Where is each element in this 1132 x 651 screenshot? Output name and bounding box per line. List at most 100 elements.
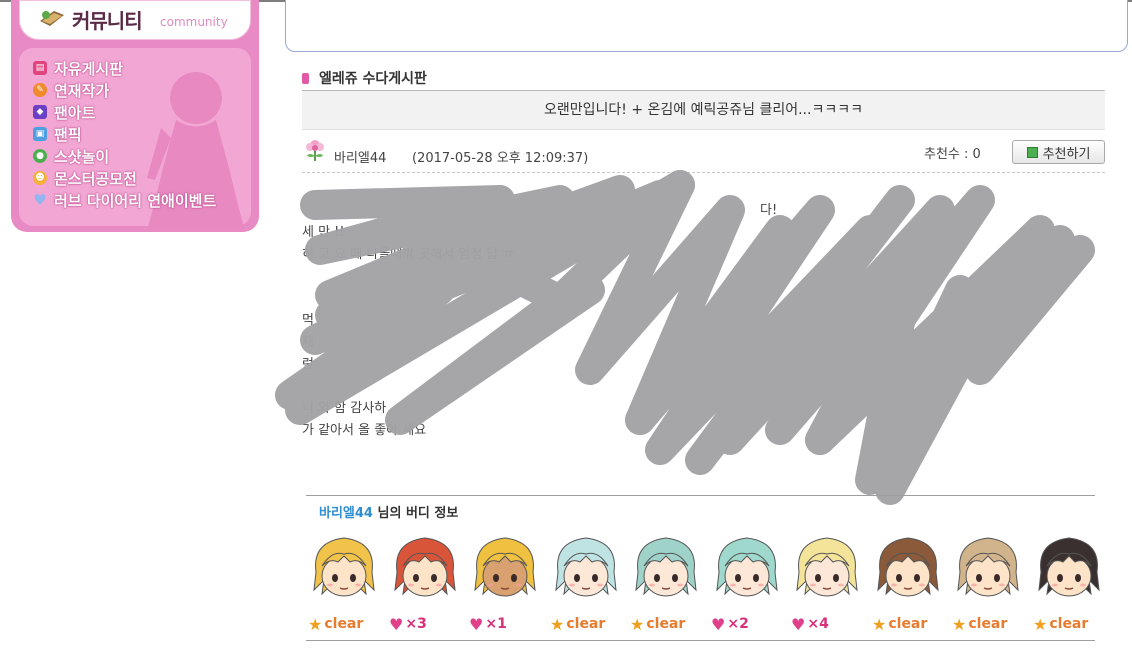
- post-body-line: 가 같아서 올 좋아 세요: [302, 423, 427, 438]
- heart-count-badge: ♥ ×4: [791, 614, 829, 634]
- star-icon: ★: [952, 614, 967, 634]
- sidebar-item-label: 팬픽: [54, 125, 82, 144]
- buddy-portrait-icon: [957, 537, 1019, 597]
- sidebar-item-monster-contest[interactable]: ☻ 몬스터공모전: [33, 167, 216, 189]
- post-body: 다! 세 만 !! 히 고 요 때 나올때밖 곳해서 엄청 답 ㅠ 먹 재 런 …: [302, 200, 1105, 442]
- recommend-button[interactable]: 추천하기: [1012, 140, 1105, 164]
- post-body-line: 니 와 함 감사하: [302, 401, 387, 416]
- heart-count-badge: ♥ ×2: [711, 614, 749, 634]
- sidebar-item-screenshot[interactable]: ● 스샷놀이: [33, 145, 216, 167]
- sidebar-item-label: 자유게시판: [54, 59, 124, 78]
- buddy-card[interactable]: ★ clear: [1029, 528, 1109, 638]
- badge-text: clear: [888, 616, 928, 632]
- meta-divider: [302, 172, 1105, 173]
- top-content-box: [285, 0, 1128, 52]
- heart-icon: ♥: [711, 614, 726, 634]
- buddy-card[interactable]: ★ clear: [948, 528, 1028, 638]
- buddy-card[interactable]: ♥ ×2: [707, 528, 787, 638]
- recommend-button-label: 추천하기: [1042, 146, 1091, 162]
- badge-text: clear: [1049, 616, 1089, 632]
- buddy-card[interactable]: ♥ ×4: [787, 528, 867, 638]
- sidebar-menu: ▤ 자유게시판 ✎ 연재작가 ◆ 팬아트 ▣ 팬픽 ● 스샷놀이 ☻ 몬스터공모…: [33, 57, 216, 211]
- post-title: 오랜만입니다! + 온김에 예릭공쥬님 클리어...ㅋㅋㅋㅋ: [302, 90, 1105, 130]
- badge-text: ×2: [727, 616, 749, 632]
- heart-count-badge: ♥ ×3: [389, 614, 427, 634]
- sidebar-item-writer[interactable]: ✎ 연재작가: [33, 79, 216, 101]
- post-author-link[interactable]: 바리엘44: [334, 147, 386, 166]
- clear-badge: ★ clear: [630, 614, 685, 634]
- buddy-portrait-icon: [796, 537, 858, 597]
- badge-text: clear: [324, 616, 364, 632]
- clear-badge: ★ clear: [872, 614, 927, 634]
- buddy-owner-name[interactable]: 바리엘44: [319, 506, 373, 521]
- buddy-card[interactable]: ♥ ×1: [465, 528, 545, 638]
- sidebar-title: 커뮤니티: [72, 9, 143, 33]
- heart-count-badge: ♥ ×1: [469, 614, 507, 634]
- buddy-portrait-icon: [635, 537, 697, 597]
- buddy-portrait-icon: [716, 537, 778, 597]
- community-sidebar: 커뮤니티 community ▤ 자유게시판 ✎ 연재작가 ◆ 팬아트 ▣ 팬픽…: [11, 0, 259, 232]
- sidebar-item-label: 러브 다이어리 연애이벤트: [54, 191, 217, 210]
- flower-icon: [306, 140, 324, 161]
- post-meta: 바리엘44 (2017-05-28 오후 12:09:37) 추천수 : 0 추…: [302, 136, 1105, 170]
- star-icon: ★: [1033, 614, 1048, 634]
- post-body-line: 재: [302, 335, 314, 350]
- badge-text: clear: [566, 616, 606, 632]
- post-date: (2017-05-28 오후 12:09:37): [412, 151, 589, 166]
- gem-icon: ◆: [33, 105, 47, 119]
- sidebar-item-love-diary[interactable]: ♥ 러브 다이어리 연애이벤트: [33, 189, 216, 211]
- book-icon: ▣: [33, 127, 47, 141]
- buddy-portrait-icon: [1038, 537, 1100, 597]
- post-body-line: 먹: [302, 313, 314, 328]
- star-icon: ★: [872, 614, 887, 634]
- buddy-portrait-icon: [313, 537, 375, 597]
- board-header: 엘레쥬 수다게시판: [302, 68, 427, 88]
- post-body-line: 히 고 요 때 나올때밖 곳해서 엄청 답 ㅠ: [302, 247, 515, 262]
- buddy-card[interactable]: ★ clear: [546, 528, 626, 638]
- buddy-card[interactable]: ★ clear: [868, 528, 948, 638]
- sidebar-item-label: 연재작가: [54, 81, 110, 100]
- recommend-icon: [1026, 146, 1038, 158]
- buddy-card[interactable]: ★ clear: [626, 528, 706, 638]
- sidebar-item-label: 팬아트: [54, 103, 96, 122]
- buddy-card[interactable]: ★ clear: [304, 528, 384, 638]
- post-body-line: 다!: [760, 203, 778, 218]
- buddy-section-title: 바리엘44 님의 버디 정보: [319, 502, 458, 521]
- badge-text: ×4: [807, 616, 829, 632]
- monster-icon: ☻: [33, 171, 47, 185]
- sidebar-item-label: 몬스터공모전: [54, 169, 137, 188]
- sidebar-item-label: 스샷놀이: [54, 147, 110, 166]
- star-icon: ★: [630, 614, 645, 634]
- heart-icon: ♥: [469, 614, 484, 634]
- buddy-section-bottom-border: [306, 640, 1095, 641]
- post-body-line: 세 만 !!: [302, 225, 345, 240]
- community-logo-icon: [40, 11, 64, 26]
- sidebar-item-free-board[interactable]: ▤ 자유게시판: [33, 57, 216, 79]
- buddy-list: ★ clear ♥ ×3 ♥ ×1 ★ clear ★ clear ♥ ×2 ♥ ×4 ★ clear ★ cle…: [304, 528, 1104, 638]
- badge-text: ×3: [405, 616, 427, 632]
- heart-icon: ♥: [33, 191, 47, 209]
- buddy-title-suffix: 님의 버디 정보: [377, 506, 459, 521]
- badge-text: clear: [968, 616, 1008, 632]
- star-icon: ★: [308, 614, 323, 634]
- clear-badge: ★ clear: [308, 614, 363, 634]
- badge-text: clear: [646, 616, 686, 632]
- buddy-portrait-icon: [394, 537, 456, 597]
- sidebar-header: 커뮤니티 community: [19, 0, 251, 40]
- sidebar-item-fanart[interactable]: ◆ 팬아트: [33, 101, 216, 123]
- writer-icon: ✎: [33, 83, 47, 97]
- buddy-portrait-icon: [474, 537, 536, 597]
- sidebar-item-fanfic[interactable]: ▣ 팬픽: [33, 123, 216, 145]
- badge-text: ×1: [485, 616, 507, 632]
- clear-badge: ★ clear: [550, 614, 605, 634]
- heart-icon: ♥: [791, 614, 806, 634]
- buddy-card[interactable]: ♥ ×3: [385, 528, 465, 638]
- buddy-portrait-icon: [877, 537, 939, 597]
- bullet-icon: [302, 72, 309, 84]
- buddy-portrait-icon: [555, 537, 617, 597]
- post-body-line: 런: [302, 357, 314, 372]
- buddy-section-top-border: [306, 495, 1095, 496]
- clear-badge: ★ clear: [1033, 614, 1088, 634]
- heart-icon: ♥: [389, 614, 404, 634]
- clear-badge: ★ clear: [952, 614, 1007, 634]
